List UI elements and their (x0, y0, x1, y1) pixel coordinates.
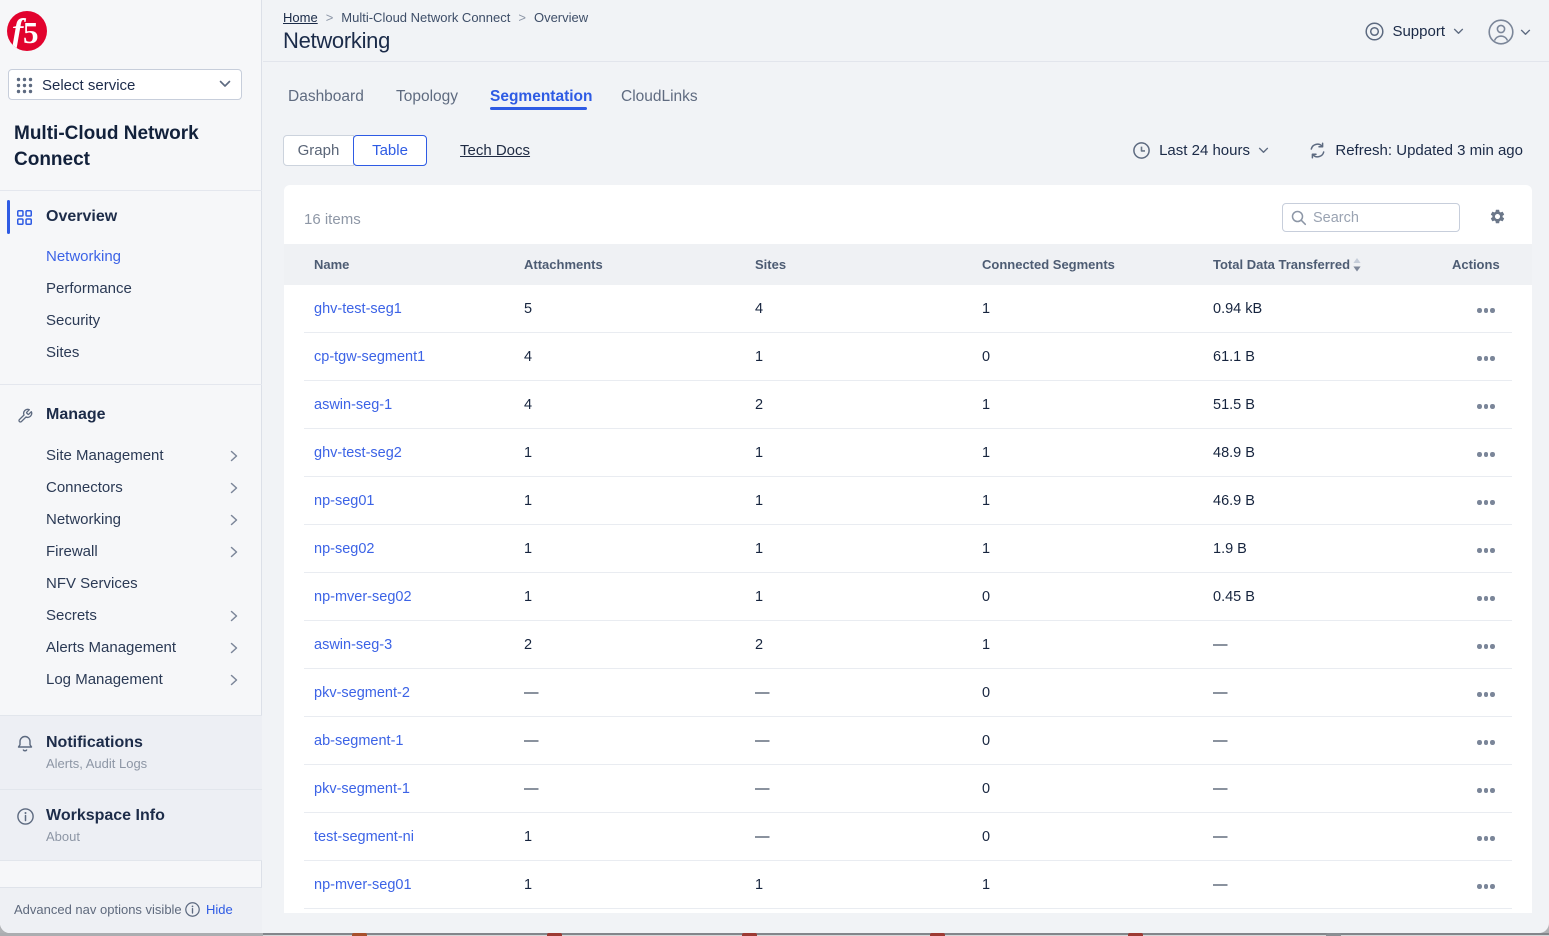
svg-text:5: 5 (23, 15, 39, 50)
